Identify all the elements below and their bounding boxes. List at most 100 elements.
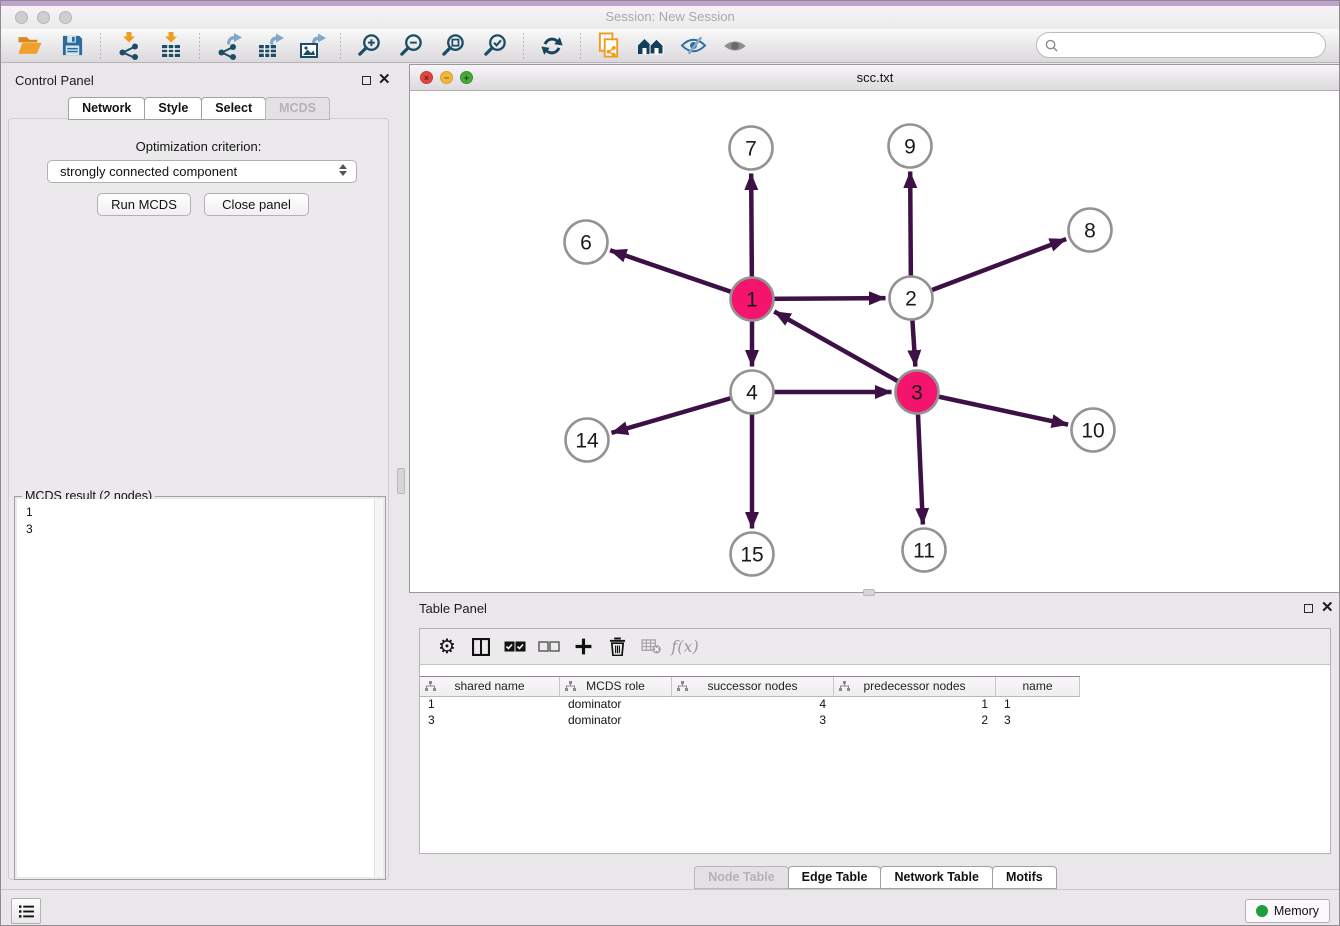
hide-details-eye-icon[interactable] xyxy=(678,32,708,60)
tab-network[interactable]: Network xyxy=(68,97,145,120)
import-network-icon[interactable] xyxy=(114,32,144,60)
import-table-icon[interactable] xyxy=(156,32,186,60)
search-input[interactable] xyxy=(1063,37,1325,54)
deselect-all-checkboxes-icon[interactable] xyxy=(532,632,566,662)
table-float-panel-icon[interactable] xyxy=(1304,604,1313,613)
float-panel-icon[interactable] xyxy=(362,76,371,85)
network-graph[interactable]: 7968124314101511 xyxy=(410,91,1340,592)
table-tabs: Node TableEdge TableNetwork TableMotifs xyxy=(409,866,1340,889)
delete-table-icon xyxy=(634,632,668,662)
export-network-icon[interactable] xyxy=(213,32,243,60)
mcds-result-text: 1 3 xyxy=(17,499,383,538)
zoom-in-icon[interactable] xyxy=(354,32,384,60)
status-bar: Memory xyxy=(1,889,1339,926)
tab-mcds[interactable]: MCDS xyxy=(265,97,330,120)
delete-column-icon[interactable] xyxy=(600,632,634,662)
horizontal-splitter-handle[interactable] xyxy=(863,589,875,596)
toolbar-separator xyxy=(340,33,341,59)
column-header-predecessor-nodes[interactable]: predecessor nodes xyxy=(834,677,996,697)
result-scrollbar[interactable] xyxy=(374,499,383,877)
table-cell[interactable]: 3 xyxy=(996,712,1080,728)
table-row[interactable]: 1dominator411 xyxy=(420,696,1080,712)
memory-status-icon xyxy=(1256,905,1268,917)
edge-2-8[interactable] xyxy=(911,239,1066,298)
table-cell[interactable]: dominator xyxy=(560,696,672,712)
vertical-splitter-handle[interactable] xyxy=(397,468,405,494)
graph-node-label-10: 10 xyxy=(1081,420,1104,443)
table-cell[interactable]: 3 xyxy=(420,712,560,728)
column-header-shared-name[interactable]: shared name xyxy=(420,677,560,697)
zoom-selected-icon[interactable] xyxy=(480,32,510,60)
node-table-container: ⚙ f(x) shared nameMCDS rolesuccessor nod… xyxy=(419,628,1331,854)
toolbar-separator xyxy=(580,33,581,59)
tab-edge-table[interactable]: Edge Table xyxy=(788,866,882,889)
run-mcds-button[interactable]: Run MCDS xyxy=(97,193,191,216)
network-document-icon[interactable] xyxy=(594,32,624,60)
select-all-checkboxes-icon[interactable] xyxy=(498,632,532,662)
table-settings-gear-icon[interactable]: ⚙ xyxy=(430,632,464,662)
memory-label: Memory xyxy=(1274,904,1319,918)
list-icon xyxy=(18,904,35,919)
tab-motifs[interactable]: Motifs xyxy=(992,866,1057,889)
add-column-icon[interactable] xyxy=(566,632,600,662)
network-title: scc.txt xyxy=(410,70,1340,85)
table-panel: Table Panel ✕ ⚙ f(x) shared nameMCDS rol… xyxy=(409,596,1340,889)
graph-node-label-11: 11 xyxy=(913,540,935,563)
save-session-icon[interactable] xyxy=(57,32,87,60)
memory-button[interactable]: Memory xyxy=(1245,899,1330,923)
table-toolbar: ⚙ f(x) xyxy=(420,629,1330,665)
table-cell[interactable]: 1 xyxy=(834,696,996,712)
close-panel-button[interactable]: Close panel xyxy=(204,193,309,216)
graph-node-label-6: 6 xyxy=(580,232,592,255)
tab-select[interactable]: Select xyxy=(201,97,266,120)
application-window: Session: New Session Control Panel ✕ Net… xyxy=(0,0,1340,926)
column-layout-icon[interactable] xyxy=(464,632,498,662)
table-cell[interactable]: 2 xyxy=(834,712,996,728)
task-history-button[interactable] xyxy=(11,898,41,924)
network-canvas[interactable]: 7968124314101511 xyxy=(410,91,1340,592)
edge-3-1[interactable] xyxy=(774,312,917,392)
network-view-window: × − + scc.txt 7968124314101511 xyxy=(409,64,1340,593)
optimization-criterion-dropdown[interactable]: strongly connected component xyxy=(47,160,357,183)
export-table-icon[interactable] xyxy=(255,32,285,60)
export-image-icon[interactable] xyxy=(297,32,327,60)
column-header-successor-nodes[interactable]: successor nodes xyxy=(672,677,834,697)
zoom-out-icon[interactable] xyxy=(396,32,426,60)
graph-node-label-1: 1 xyxy=(746,289,758,312)
mcds-result-groupbox: MCDS result (2 nodes) 1 3 xyxy=(14,496,386,880)
table-row[interactable]: 3dominator323 xyxy=(420,712,1080,728)
edge-3-10[interactable] xyxy=(917,392,1068,425)
show-details-eye-icon[interactable] xyxy=(720,32,750,60)
dropdown-stepper-icon xyxy=(339,164,347,176)
table-cell[interactable]: 4 xyxy=(672,696,834,712)
table-panel-title: Table Panel xyxy=(419,601,487,616)
network-titlebar[interactable]: × − + scc.txt xyxy=(410,65,1340,91)
graph-node-label-3: 3 xyxy=(911,382,923,405)
column-header-MCDS-role[interactable]: MCDS role xyxy=(560,677,672,697)
graph-node-label-4: 4 xyxy=(746,382,758,405)
refresh-network-icon[interactable] xyxy=(537,32,567,60)
graph-node-label-2: 2 xyxy=(905,288,917,311)
ndex-homes-icon[interactable] xyxy=(636,32,666,60)
window-title: Session: New Session xyxy=(1,9,1339,24)
tab-style[interactable]: Style xyxy=(144,97,202,120)
search-box[interactable] xyxy=(1036,32,1326,58)
control-panel: Control Panel ✕ NetworkStyleSelectMCDS O… xyxy=(1,63,396,889)
optimization-criterion-label: Optimization criterion: xyxy=(9,139,388,154)
open-session-icon[interactable] xyxy=(15,32,45,60)
column-header-name[interactable]: name xyxy=(996,677,1080,697)
table-cell[interactable]: dominator xyxy=(560,712,672,728)
zoom-fit-icon[interactable] xyxy=(438,32,468,60)
dropdown-selected-value: strongly connected component xyxy=(60,164,237,179)
toolbar-separator xyxy=(523,33,524,59)
table-cell[interactable]: 1 xyxy=(420,696,560,712)
tab-node-table[interactable]: Node Table xyxy=(694,866,788,889)
table-cell[interactable]: 1 xyxy=(996,696,1080,712)
table-cell[interactable]: 3 xyxy=(672,712,834,728)
tab-network-table[interactable]: Network Table xyxy=(880,866,993,889)
close-panel-icon[interactable]: ✕ xyxy=(378,74,391,85)
table-close-panel-icon[interactable]: ✕ xyxy=(1321,602,1334,613)
toolbar-separator xyxy=(100,33,101,59)
graph-node-label-8: 8 xyxy=(1084,220,1096,243)
mcds-result-area[interactable]: 1 3 xyxy=(17,499,383,877)
